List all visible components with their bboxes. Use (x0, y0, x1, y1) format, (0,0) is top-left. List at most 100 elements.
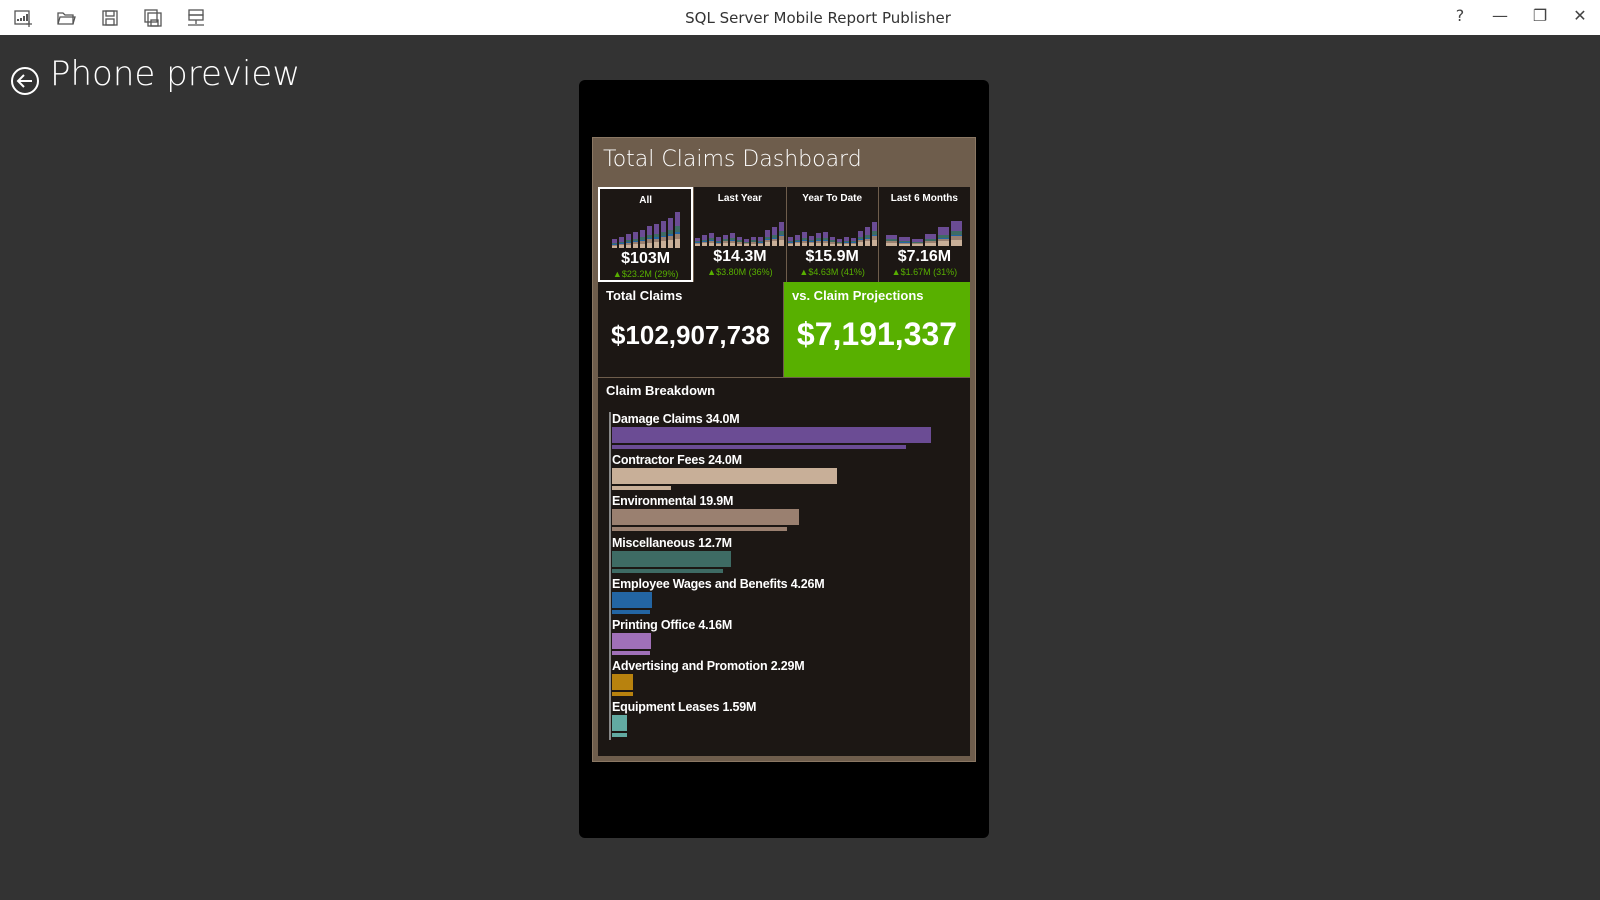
minimize-button[interactable]: — (1485, 6, 1515, 25)
total-claims-kpi: Total Claims $102,907,738 (598, 282, 783, 377)
kpi-value: $102,907,738 (610, 320, 771, 350)
help-button[interactable]: ? (1445, 6, 1475, 25)
spark-bar (765, 230, 771, 246)
tile-value: $103M (621, 250, 671, 267)
dashboard-title: Total Claims Dashboard (603, 147, 862, 172)
bar-label: Contractor Fees 24.0M (612, 453, 742, 468)
comparison-bar (612, 733, 627, 738)
spark-bar (871, 221, 877, 246)
bar-row[interactable]: Employee Wages and Benefits 4.26M (612, 576, 825, 614)
comparison-bar (612, 527, 788, 532)
spark-bar (925, 233, 937, 246)
tile-last-year[interactable]: Last Year $14.3M ▲$3.80M (36%) (694, 187, 786, 282)
tile-sparkline (787, 208, 878, 246)
tile-delta: ▲$23.2M (29%) (612, 269, 679, 279)
tile-label: Year To Date (802, 193, 863, 204)
spark-bar (737, 236, 743, 246)
page-title: Phone preview (50, 54, 301, 94)
bar-row[interactable]: Printing Office 4.16M (612, 618, 732, 655)
tile-value: $7.16M (897, 248, 952, 265)
spark-bar (836, 238, 842, 246)
kpi-label: vs. Claim Projections (792, 288, 924, 303)
bar-row[interactable]: Contractor Fees 24.0M (612, 453, 838, 491)
tile-all[interactable]: All $103M ▲$23.2M (29%) (598, 187, 694, 282)
vs-projections-kpi: vs. Claim Projections $7,191,337 (784, 282, 970, 377)
tile-year-to-date[interactable]: Year To Date $15.9M ▲$4.63M (41%) (786, 187, 878, 282)
chart-axis (609, 412, 611, 740)
tile-sparkline (600, 210, 691, 248)
comparison-bar (612, 486, 672, 491)
tile-delta: ▲$4.63M (41%) (799, 267, 865, 277)
bar-label: Employee Wages and Benefits 4.26M (612, 576, 825, 591)
dashboard: Total Claims Dashboard All $103M ▲$23.2M… (592, 137, 976, 762)
bar-row[interactable]: Environmental 19.9M (612, 494, 799, 532)
title-bar: SQL Server Mobile Report Publisher ? — ❐… (0, 0, 1600, 35)
comparison-bar (612, 609, 650, 614)
bar-row[interactable]: Equipment Leases 1.59M (612, 700, 757, 738)
spark-bar (625, 234, 631, 248)
restore-button[interactable]: ❐ (1525, 6, 1555, 25)
spark-bar (938, 227, 950, 246)
spark-bar (639, 230, 645, 248)
spark-bar (864, 227, 870, 246)
spark-bar (618, 237, 624, 248)
bar-label: Printing Office 4.16M (612, 618, 733, 632)
spark-bar (850, 238, 856, 246)
spark-bar (815, 233, 821, 246)
comparison-bar (612, 692, 633, 697)
spark-bar (695, 238, 701, 246)
spark-bar (794, 235, 800, 246)
bar-label: Miscellaneous 12.7M (612, 535, 732, 550)
window-title: SQL Server Mobile Report Publisher (685, 9, 951, 27)
bar-row[interactable]: Miscellaneous 12.7M (612, 536, 732, 573)
spark-bar (674, 212, 680, 248)
comparison-bar (612, 568, 723, 573)
spark-bar (730, 233, 736, 246)
bar-label: Damage Claims 34.0M (612, 412, 740, 426)
tile-value: $15.9M (805, 248, 859, 265)
tile-label: Last Year (717, 193, 763, 204)
tile-delta: ▲$3.80M (36%) (707, 267, 773, 277)
tile-last-6-months[interactable]: Last 6 Months $7.16M ▲$1.67M (31%) (878, 187, 970, 282)
spark-bar (632, 232, 638, 248)
value-bar (612, 550, 732, 567)
spark-bar (653, 224, 659, 248)
spark-bar (808, 235, 814, 246)
bar-row[interactable]: Advertising and Promotion 2.29M (612, 659, 805, 697)
spark-bar (646, 226, 652, 248)
spark-bar (829, 236, 835, 246)
tile-sparkline (694, 208, 785, 246)
value-bar (612, 674, 634, 691)
bar-label: Environmental 19.9M (612, 494, 734, 509)
spark-bar (779, 221, 785, 246)
spark-bar (611, 239, 617, 248)
kpi-value: $7,191,337 (796, 316, 958, 352)
spark-bar (912, 238, 924, 246)
value-bar (612, 427, 931, 443)
value-bar (612, 509, 799, 526)
spark-bar (758, 237, 764, 246)
spark-bar (843, 237, 849, 246)
spark-bar (709, 233, 715, 246)
comparison-bar (612, 445, 906, 449)
tile-value: $14.3M (713, 248, 767, 265)
close-button[interactable]: ✕ (1565, 6, 1595, 25)
spark-bar (787, 237, 793, 246)
spark-bar (723, 234, 729, 246)
spark-bar (857, 230, 863, 246)
spark-bar (744, 238, 750, 246)
spark-bar (667, 217, 673, 248)
value-bar (612, 715, 627, 732)
bar-label: Equipment Leases 1.59M (612, 700, 757, 715)
tile-delta: ▲$1.67M (31%) (891, 267, 958, 277)
kpi-label: Total Claims (606, 288, 683, 303)
spark-bar (801, 232, 807, 246)
tile-label: All (639, 195, 653, 206)
value-bar (612, 591, 652, 608)
spark-bar (899, 237, 911, 246)
spark-bar (702, 235, 708, 246)
spark-bar (772, 227, 778, 246)
comparison-bar (612, 651, 650, 655)
back-arrow-icon[interactable] (10, 66, 40, 96)
bar-row[interactable]: Damage Claims 34.0M (612, 412, 931, 449)
